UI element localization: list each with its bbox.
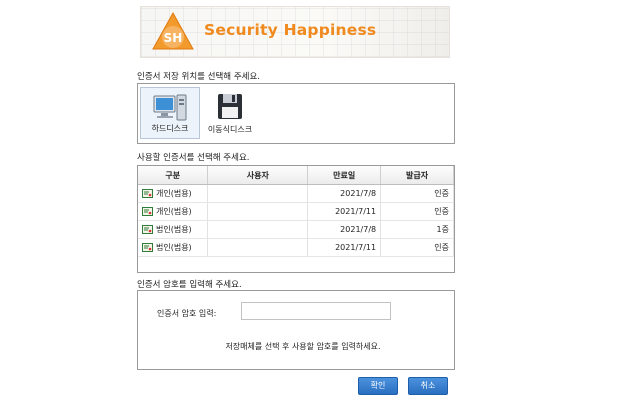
brand-name: Security Happiness xyxy=(204,21,377,39)
cert-issuer: 1증 xyxy=(380,220,454,239)
cert-issuer: 인증 xyxy=(380,202,454,221)
cert-type: 법인(범용) xyxy=(156,225,192,234)
storage-panel: 하드디스크 이동식디스크 xyxy=(137,83,455,144)
column-header-type[interactable]: 구분 xyxy=(138,166,209,185)
cert-expiry: 2021/7/11 xyxy=(307,238,382,257)
cert-type: 개인(범용) xyxy=(156,189,192,198)
cert-issuer: 인증 xyxy=(380,238,454,257)
column-header-user[interactable]: 사용자 xyxy=(207,166,309,185)
cert-list-panel: 구분 사용자 만료일 발급자 개인(범용) 2021/7/8 인증 개인(범용) xyxy=(137,165,455,273)
cert-type: 개인(범용) xyxy=(156,207,192,216)
column-header-issuer[interactable]: 발급자 xyxy=(380,166,454,185)
storage-option-label: 이동식디스크 xyxy=(207,125,253,134)
password-section-title: 인증서 암호를 입력해 주세요. xyxy=(137,280,242,290)
cert-issuer: 인증 xyxy=(380,184,454,203)
cert-user xyxy=(207,184,309,203)
storage-option-label: 하드디스크 xyxy=(151,124,189,133)
cert-type: 법인(범용) xyxy=(156,243,192,252)
cert-row[interactable]: 개인(범용) 2021/7/8 인증 xyxy=(138,184,454,203)
svg-text:SH: SH xyxy=(164,31,183,45)
storage-option-hard-disk[interactable]: 하드디스크 xyxy=(140,87,200,139)
certificate-icon xyxy=(142,189,153,198)
cert-row[interactable]: 법인(범용) 2021/7/11 인증 xyxy=(138,238,454,257)
cert-section-title: 사용할 인증서를 선택해 주세요. xyxy=(137,153,250,163)
cert-table: 구분 사용자 만료일 발급자 개인(범용) 2021/7/8 인증 개인(범용) xyxy=(138,166,454,257)
security-happiness-logo: SH xyxy=(152,11,194,50)
ok-button[interactable]: 확인 xyxy=(358,377,398,395)
column-header-expiry[interactable]: 만료일 xyxy=(307,166,382,185)
password-hint: 저장매체를 선택 후 사용할 암호를 입력하세요. xyxy=(225,342,381,351)
password-input[interactable] xyxy=(241,302,391,320)
password-field-label: 인증서 암호 입력: xyxy=(157,309,217,318)
cert-user xyxy=(207,220,309,239)
removable-disk-icon xyxy=(218,94,242,119)
cert-expiry: 2021/7/8 xyxy=(307,184,382,203)
cert-row[interactable]: 개인(범용) 2021/7/11 인증 xyxy=(138,202,454,221)
cert-expiry: 2021/7/11 xyxy=(307,202,382,221)
password-panel: 인증서 암호 입력: 저장매체를 선택 후 사용할 암호를 입력하세요. xyxy=(137,290,455,370)
storage-option-removable-disk[interactable]: 이동식디스크 xyxy=(200,87,260,139)
cert-row[interactable]: 법인(범용) 2021/7/8 1증 xyxy=(138,220,454,239)
certificate-icon xyxy=(142,243,153,252)
certificate-icon xyxy=(142,207,153,216)
cert-expiry: 2021/7/8 xyxy=(307,220,382,239)
cancel-button[interactable]: 취소 xyxy=(408,377,448,395)
cert-table-header: 구분 사용자 만료일 발급자 xyxy=(138,166,454,185)
hard-disk-icon xyxy=(153,94,187,121)
cert-user xyxy=(207,238,309,257)
cert-user xyxy=(207,202,309,221)
storage-section-title: 인증서 저장 위치를 선택해 주세요. xyxy=(137,72,260,82)
brand-banner: SH Security Happiness xyxy=(140,6,450,58)
certificate-icon xyxy=(142,225,153,234)
